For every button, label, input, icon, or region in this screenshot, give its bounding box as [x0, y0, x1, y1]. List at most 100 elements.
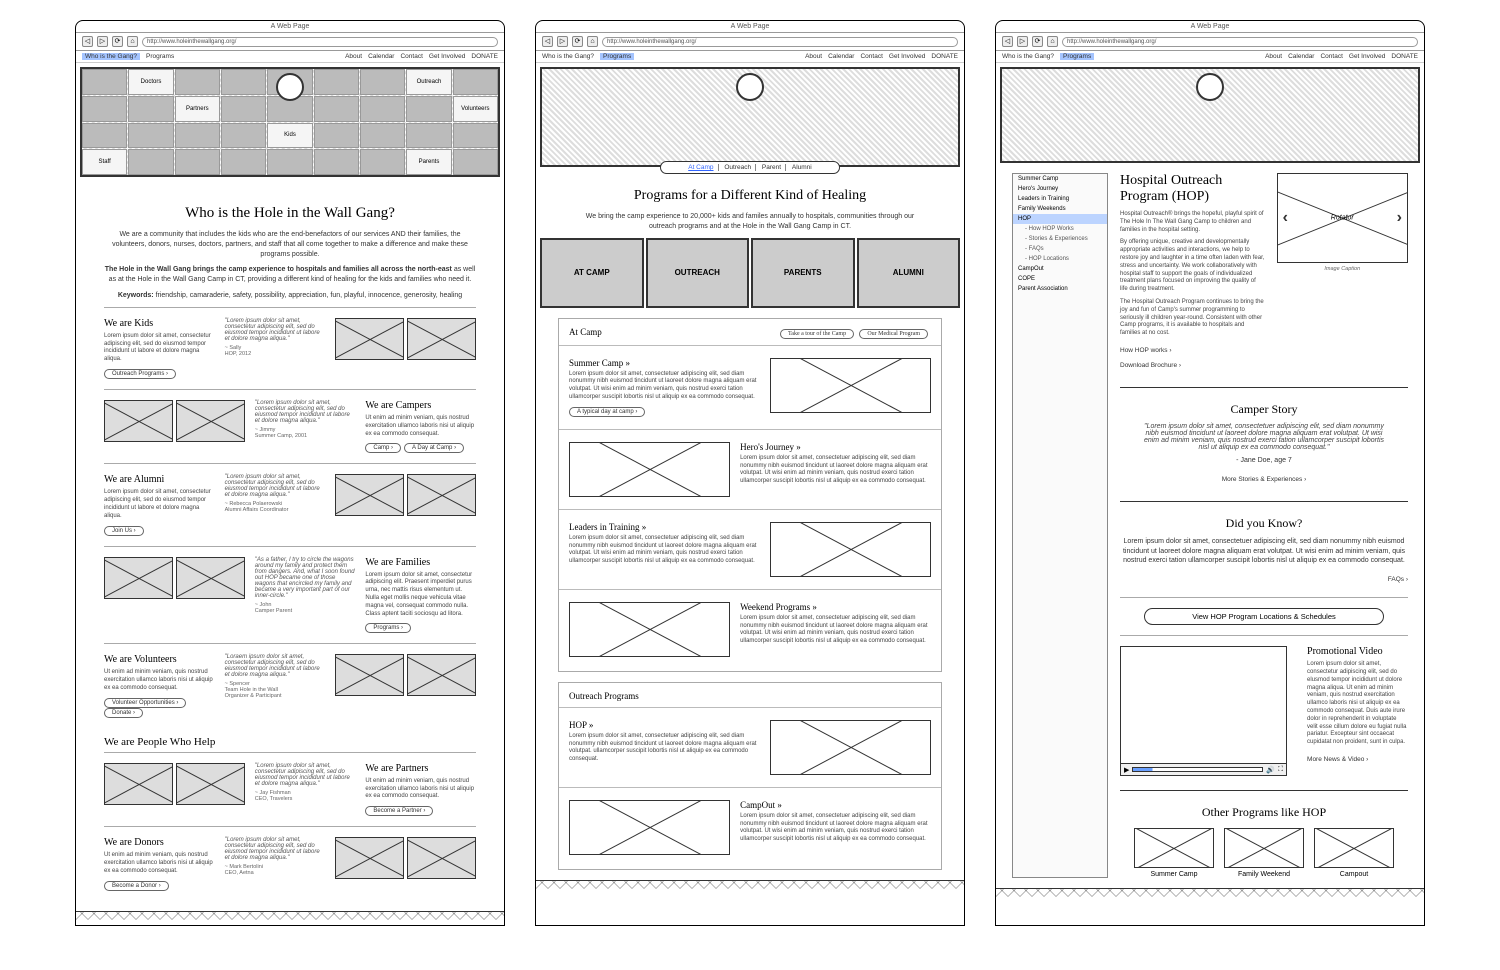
- sidenav-item[interactable]: HOP: [1013, 214, 1107, 224]
- face-label-volunteers[interactable]: Volunteers: [453, 96, 498, 122]
- face-label-doctors[interactable]: Doctors: [128, 69, 173, 95]
- back-icon[interactable]: ◁: [1002, 36, 1013, 47]
- link-more-stories[interactable]: More Stories & Experiences: [1222, 476, 1307, 483]
- nav-contact[interactable]: Contact: [860, 53, 882, 60]
- link-faqs[interactable]: FAQs: [1388, 576, 1408, 583]
- face-label-partners[interactable]: Partners: [175, 96, 220, 122]
- program-title[interactable]: Hero's Journey »: [740, 442, 931, 452]
- section-button[interactable]: A Day at Camp ›: [404, 443, 464, 453]
- reload-icon[interactable]: ⟳: [572, 36, 583, 47]
- sidenav-item[interactable]: - FAQs: [1013, 244, 1107, 254]
- nav-who[interactable]: Who is the Gang?: [542, 53, 594, 60]
- section-button[interactable]: Donate ›: [104, 708, 143, 718]
- section-button[interactable]: Volunteer Opportunities ›: [104, 698, 186, 708]
- face-label-staff[interactable]: Staff: [82, 149, 127, 175]
- forward-icon[interactable]: ▷: [97, 36, 108, 47]
- sidenav-item[interactable]: - Stories & Experiences: [1013, 234, 1107, 244]
- nav-involved[interactable]: Get Involved: [429, 53, 466, 60]
- nav-involved[interactable]: Get Involved: [1349, 53, 1386, 60]
- sidenav-item[interactable]: - HOP Locations: [1013, 254, 1107, 264]
- forward-icon[interactable]: ▷: [1017, 36, 1028, 47]
- tab-alumni[interactable]: Alumni: [788, 164, 816, 171]
- section-button[interactable]: Become a Partner ›: [365, 806, 433, 816]
- section-button[interactable]: Programs ›: [365, 623, 411, 633]
- sidenav-item[interactable]: Hero's Journey: [1013, 184, 1107, 194]
- section-title: We are Campers: [365, 400, 476, 411]
- nav-programs[interactable]: Programs: [1060, 53, 1094, 60]
- medical-button[interactable]: Our Medical Program: [859, 329, 928, 339]
- volume-icon[interactable]: 🔊: [1266, 766, 1275, 774]
- nav-who[interactable]: Who is the Gang?: [82, 53, 140, 60]
- sidenav-item[interactable]: CampOut: [1013, 264, 1107, 274]
- related-label: Summer Camp: [1150, 871, 1197, 878]
- nav-about[interactable]: About: [1265, 53, 1282, 60]
- sidenav-item[interactable]: Leaders in Training: [1013, 194, 1107, 204]
- reload-icon[interactable]: ⟳: [112, 36, 123, 47]
- section-button[interactable]: Camp ›: [365, 443, 401, 453]
- related-thumb[interactable]: [1134, 828, 1214, 868]
- tab-parent[interactable]: Parent: [758, 164, 786, 171]
- back-icon[interactable]: ◁: [542, 36, 553, 47]
- forward-icon[interactable]: ▷: [557, 36, 568, 47]
- thumb-outreach[interactable]: OUTREACH: [646, 238, 750, 308]
- nav-contact[interactable]: Contact: [1320, 53, 1342, 60]
- link-brochure[interactable]: Download Brochure: [1120, 362, 1181, 369]
- url-input[interactable]: http://www.holeinthewallgang.org/: [142, 37, 498, 47]
- face-label-kids[interactable]: Kids: [267, 123, 312, 149]
- face-label-outreach[interactable]: Outreach: [406, 69, 451, 95]
- thumb-alumni[interactable]: ALUMNI: [857, 238, 961, 308]
- section-button[interactable]: Become a Donor ›: [104, 881, 169, 891]
- program-title[interactable]: HOP »: [569, 720, 760, 730]
- seek-bar[interactable]: [1132, 767, 1263, 772]
- home-icon[interactable]: ⌂: [127, 36, 138, 47]
- nav-donate[interactable]: DONATE: [471, 53, 498, 60]
- sidenav-item[interactable]: Family Weekends: [1013, 204, 1107, 214]
- tour-button[interactable]: Take a tour of the Camp: [780, 329, 854, 339]
- nav-about[interactable]: About: [805, 53, 822, 60]
- home-icon[interactable]: ⌂: [587, 36, 598, 47]
- fullscreen-icon[interactable]: ⛶: [1278, 766, 1283, 774]
- view-locations-button[interactable]: View HOP Program Locations & Schedules: [1144, 608, 1384, 625]
- sidenav-item[interactable]: Parent Association: [1013, 284, 1107, 294]
- sidenav-item[interactable]: COPE: [1013, 274, 1107, 284]
- prev-arrow-icon[interactable]: ‹: [1281, 209, 1290, 227]
- related-thumb[interactable]: [1224, 828, 1304, 868]
- thumb-parents[interactable]: PARENTS: [751, 238, 855, 308]
- nav-about[interactable]: About: [345, 53, 362, 60]
- nav-calendar[interactable]: Calendar: [828, 53, 854, 60]
- nav-calendar[interactable]: Calendar: [368, 53, 394, 60]
- nav-programs[interactable]: Programs: [146, 53, 174, 60]
- program-title[interactable]: CampOut »: [740, 800, 931, 810]
- reload-icon[interactable]: ⟳: [1032, 36, 1043, 47]
- section-button[interactable]: Outreach Programs ›: [104, 369, 176, 379]
- video-player[interactable]: ▶ 🔊 ⛶: [1120, 646, 1287, 776]
- nav-donate[interactable]: DONATE: [1391, 53, 1418, 60]
- nav-donate[interactable]: DONATE: [931, 53, 958, 60]
- program-title[interactable]: Leaders in Training »: [569, 522, 760, 532]
- back-icon[interactable]: ◁: [82, 36, 93, 47]
- related-thumb[interactable]: [1314, 828, 1394, 868]
- tab-atcamp[interactable]: At Camp: [684, 164, 718, 171]
- nav-who[interactable]: Who is the Gang?: [1002, 53, 1054, 60]
- url-input[interactable]: http://www.holeinthewallgang.org/: [1062, 37, 1418, 47]
- nav-contact[interactable]: Contact: [400, 53, 422, 60]
- home-icon[interactable]: ⌂: [1047, 36, 1058, 47]
- program-title[interactable]: Weekend Programs »: [740, 602, 931, 612]
- face-label-parents[interactable]: Parents: [406, 149, 451, 175]
- tab-outreach[interactable]: Outreach: [720, 164, 756, 171]
- next-arrow-icon[interactable]: ›: [1395, 209, 1404, 227]
- program-title[interactable]: Summer Camp »: [569, 358, 760, 368]
- url-input[interactable]: http://www.holeinthewallgang.org/: [602, 37, 958, 47]
- program-pill-button[interactable]: A typical day at camp ›: [569, 407, 645, 417]
- quote-attribution: ~ JimmySummer Camp, 2001: [255, 427, 356, 439]
- thumb-atcamp[interactable]: AT CAMP: [540, 238, 644, 308]
- sidenav-item[interactable]: - How HOP Works: [1013, 224, 1107, 234]
- nav-calendar[interactable]: Calendar: [1288, 53, 1314, 60]
- nav-programs[interactable]: Programs: [600, 53, 634, 60]
- sidenav-item[interactable]: Summer Camp: [1013, 174, 1107, 184]
- section-button[interactable]: Join Us ›: [104, 526, 144, 536]
- link-how-works[interactable]: How HOP works: [1120, 347, 1172, 354]
- nav-involved[interactable]: Get Involved: [889, 53, 926, 60]
- link-more-video[interactable]: More News & Video: [1307, 756, 1368, 763]
- play-icon[interactable]: ▶: [1124, 766, 1129, 774]
